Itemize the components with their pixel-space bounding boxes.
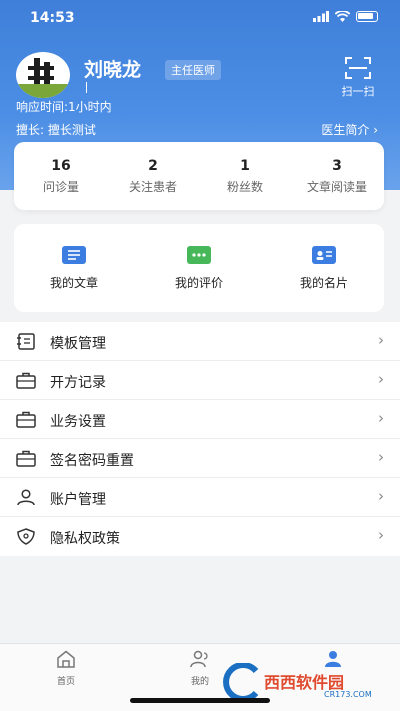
- shortcut-label: 我的评价: [174, 276, 223, 290]
- home-icon: [57, 650, 75, 668]
- my-articles-button[interactable]: 我的文章: [24, 246, 124, 291]
- my-card-button[interactable]: 我的名片: [274, 246, 374, 291]
- text-cursor: [86, 82, 87, 93]
- watermark-sub: CR173.COM: [324, 690, 372, 699]
- stat-label: 文章阅读量: [306, 180, 367, 194]
- chevron-right-icon: ›: [378, 409, 384, 427]
- stat-followed-patients[interactable]: 2 关注患者: [108, 158, 198, 195]
- stat-value: 1: [240, 158, 250, 174]
- stat-label: 粉丝数: [226, 180, 263, 194]
- watermark-logo: 西西软件园 CR173.COM: [218, 663, 390, 703]
- watermark-c-icon: [223, 663, 259, 701]
- shortcut-label: 我的名片: [299, 276, 348, 290]
- chevron-right-icon: ›: [378, 331, 384, 349]
- menu-item-privacy-policy[interactable]: 隐私权政策 ›: [0, 517, 400, 556]
- shortcut-card: 我的文章 我的评价 我的名片: [14, 224, 384, 312]
- stats-card: 16 问诊量 2 关注患者 1 粉丝数 3 文章阅读量: [14, 142, 384, 210]
- avatar[interactable]: [16, 52, 70, 98]
- scan-button[interactable]: 扫一扫: [336, 57, 380, 101]
- menu-item-account-management[interactable]: 账户管理 ›: [0, 478, 400, 517]
- status-bar: 14:53: [0, 0, 400, 36]
- menu-label: 签名密码重置: [50, 453, 134, 469]
- stat-label: 关注患者: [128, 180, 177, 194]
- specialty: 擅长: 擅长测试: [16, 123, 96, 137]
- battery-icon: [356, 11, 378, 22]
- menu-label: 模板管理: [50, 336, 106, 352]
- comment-icon: [187, 246, 211, 264]
- stat-value: 2: [148, 158, 158, 174]
- patients-icon: [190, 650, 208, 668]
- stat-article-reads[interactable]: 3 文章阅读量: [292, 158, 382, 195]
- tab-home[interactable]: 首页: [36, 650, 96, 687]
- stat-value: 3: [332, 158, 342, 174]
- card-icon: [312, 246, 336, 264]
- chevron-right-icon: ›: [378, 448, 384, 466]
- doctor-name: 刘晓龙: [84, 59, 142, 81]
- user-icon: [17, 489, 35, 506]
- chevron-right-icon: ›: [378, 526, 384, 544]
- tab-label: 首页: [56, 677, 75, 687]
- briefcase-icon: [16, 450, 36, 467]
- stat-value: 16: [51, 158, 71, 174]
- settings-menu: 模板管理 › 开方记录 › 业务设置 › 签名密码重置 › 账户管理 › 隐私权…: [0, 322, 400, 556]
- chevron-right-icon: ›: [378, 487, 384, 505]
- my-reviews-button[interactable]: 我的评价: [149, 246, 249, 291]
- doctor-title-badge: 主任医师: [165, 60, 221, 80]
- menu-item-signature-password-reset[interactable]: 签名密码重置 ›: [0, 439, 400, 478]
- menu-label: 业务设置: [50, 414, 106, 430]
- briefcase-icon: [16, 411, 36, 428]
- article-icon: [62, 246, 86, 264]
- stat-label: 问诊量: [42, 180, 79, 194]
- home-indicator: [130, 698, 270, 703]
- menu-label: 隐私权政策: [50, 531, 120, 547]
- menu-item-business-settings[interactable]: 业务设置 ›: [0, 400, 400, 439]
- stat-fans[interactable]: 1 粉丝数: [200, 158, 290, 195]
- signal-icon: [313, 11, 329, 22]
- chevron-right-icon: ›: [378, 370, 384, 388]
- shortcut-label: 我的文章: [49, 276, 98, 290]
- scan-label: 扫一扫: [341, 85, 375, 98]
- doctor-intro-link[interactable]: 医生简介 ›: [321, 121, 378, 138]
- briefcase-icon: [16, 372, 36, 389]
- status-icons: [313, 11, 378, 22]
- menu-item-prescription-records[interactable]: 开方记录 ›: [0, 361, 400, 400]
- menu-item-template-management[interactable]: 模板管理 ›: [0, 322, 400, 361]
- wifi-icon: [335, 11, 350, 22]
- menu-label: 开方记录: [50, 375, 106, 391]
- status-time: 14:53: [30, 10, 75, 26]
- template-icon: [17, 333, 35, 350]
- scan-icon: [345, 57, 371, 79]
- response-time: 响应时间:1小时内: [16, 100, 112, 114]
- menu-label: 账户管理: [50, 492, 106, 508]
- stat-consultations[interactable]: 16 问诊量: [16, 158, 106, 195]
- shield-icon: [17, 528, 35, 545]
